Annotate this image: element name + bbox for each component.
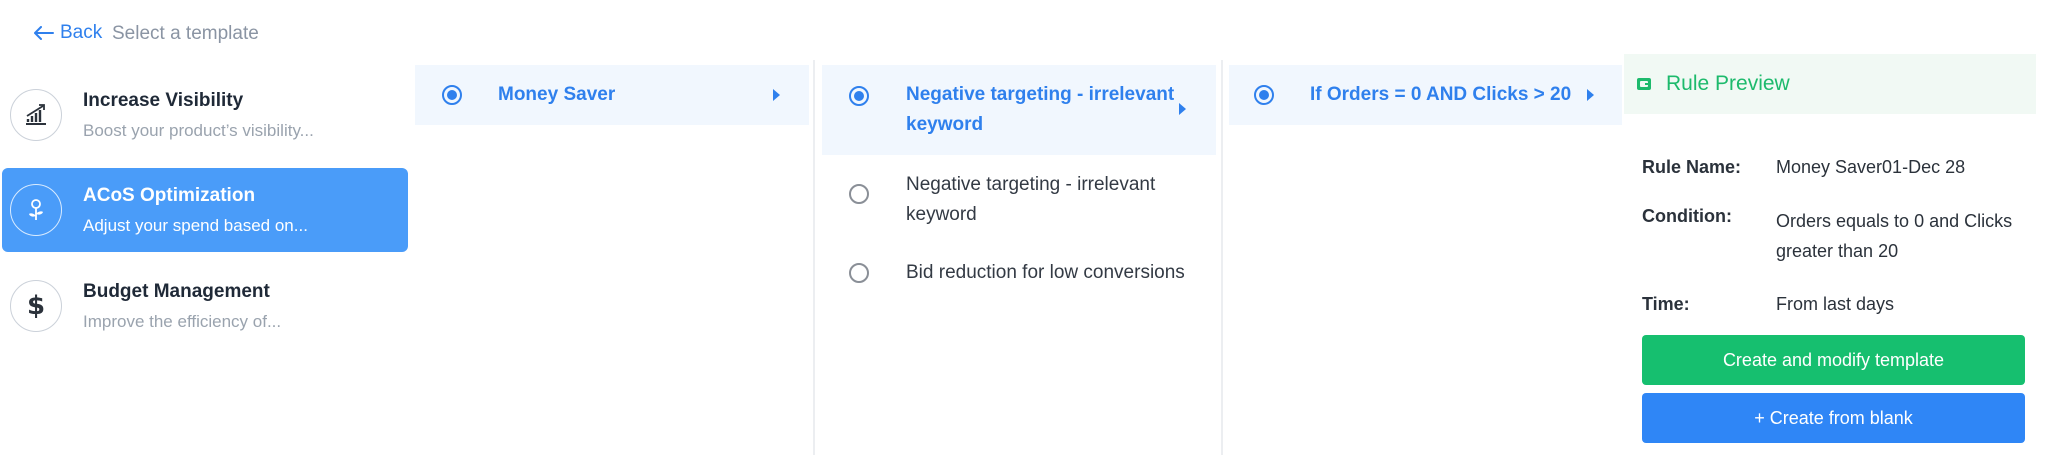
category-budget-management[interactable]: $ Budget Management Improve the efficien… <box>2 264 408 348</box>
caret-right-icon <box>1587 89 1594 101</box>
option-label-line1: Negative targeting - irrelevant <box>906 84 1175 105</box>
option-label: Money Saver <box>498 84 616 105</box>
rule-name-label: Rule Name: <box>1642 157 1742 177</box>
category-title: Budget Management <box>83 280 270 302</box>
caret-right-icon <box>773 89 780 101</box>
column-divider <box>813 60 815 455</box>
wallet-icon <box>1636 76 1652 92</box>
time-value: From last days <box>1776 294 1895 314</box>
radio-unselected[interactable] <box>849 184 869 204</box>
sprout-icon <box>10 184 62 236</box>
radio-unselected[interactable] <box>849 263 869 283</box>
page-subtitle: Select a template <box>112 23 259 44</box>
category-title: Increase Visibility <box>83 89 244 111</box>
option-label-line2: keyword <box>906 204 977 225</box>
option-label: Bid reduction for low conversions <box>906 262 1185 283</box>
condition-value-line2: greater than 20 <box>1776 241 1899 261</box>
back-button[interactable]: Back <box>34 22 102 44</box>
category-title: ACoS Optimization <box>83 184 256 206</box>
category-increase-visibility[interactable]: Increase Visibility Boost your product’s… <box>2 73 408 157</box>
option-label-line1: Negative targeting - irrelevant <box>906 174 1156 195</box>
time-label: Time: <box>1642 294 1690 314</box>
rule-preview-title: Rule Preview <box>1666 72 1790 95</box>
back-label: Back <box>60 22 103 43</box>
column-divider <box>1221 60 1223 455</box>
caret-right-icon <box>1179 103 1186 115</box>
create-from-blank-button[interactable]: + Create from blank <box>1642 393 2025 443</box>
option-label: If Orders = 0 AND Clicks > 20 <box>1310 84 1572 105</box>
dollar-icon: $ <box>10 280 62 332</box>
rule-name-value: Money Saver01-Dec 28 <box>1776 157 1966 177</box>
option-bid-reduction[interactable]: Bid reduction for low conversions <box>822 257 1216 289</box>
option-money-saver[interactable]: Money Saver <box>415 65 809 125</box>
category-acos-optimization[interactable]: ACoS Optimization Adjust your spend base… <box>2 168 408 252</box>
option-label-line2: keyword <box>906 114 984 135</box>
category-description: Adjust your spend based on... <box>83 215 308 235</box>
condition-label: Condition: <box>1642 206 1732 226</box>
category-description: Boost your product’s visibility... <box>83 120 314 140</box>
rule-preview-header: Rule Preview <box>1624 54 2036 114</box>
category-description: Improve the efficiency of... <box>83 311 282 331</box>
option-if-orders-clicks[interactable]: If Orders = 0 AND Clicks > 20 <box>1229 65 1622 125</box>
radio-selected[interactable] <box>442 85 462 105</box>
arrow-left-icon <box>34 26 54 40</box>
option-negative-targeting[interactable]: Negative targeting - irrelevant keyword <box>822 168 1216 232</box>
option-negative-targeting-selected[interactable]: Negative targeting - irrelevant keyword <box>822 65 1216 155</box>
radio-selected[interactable] <box>849 86 869 106</box>
chart-up-icon <box>10 89 62 141</box>
condition-value-line1: Orders equals to 0 and Clicks <box>1776 211 2013 231</box>
create-and-modify-template-button[interactable]: Create and modify template <box>1642 335 2025 385</box>
radio-selected[interactable] <box>1254 85 1274 105</box>
